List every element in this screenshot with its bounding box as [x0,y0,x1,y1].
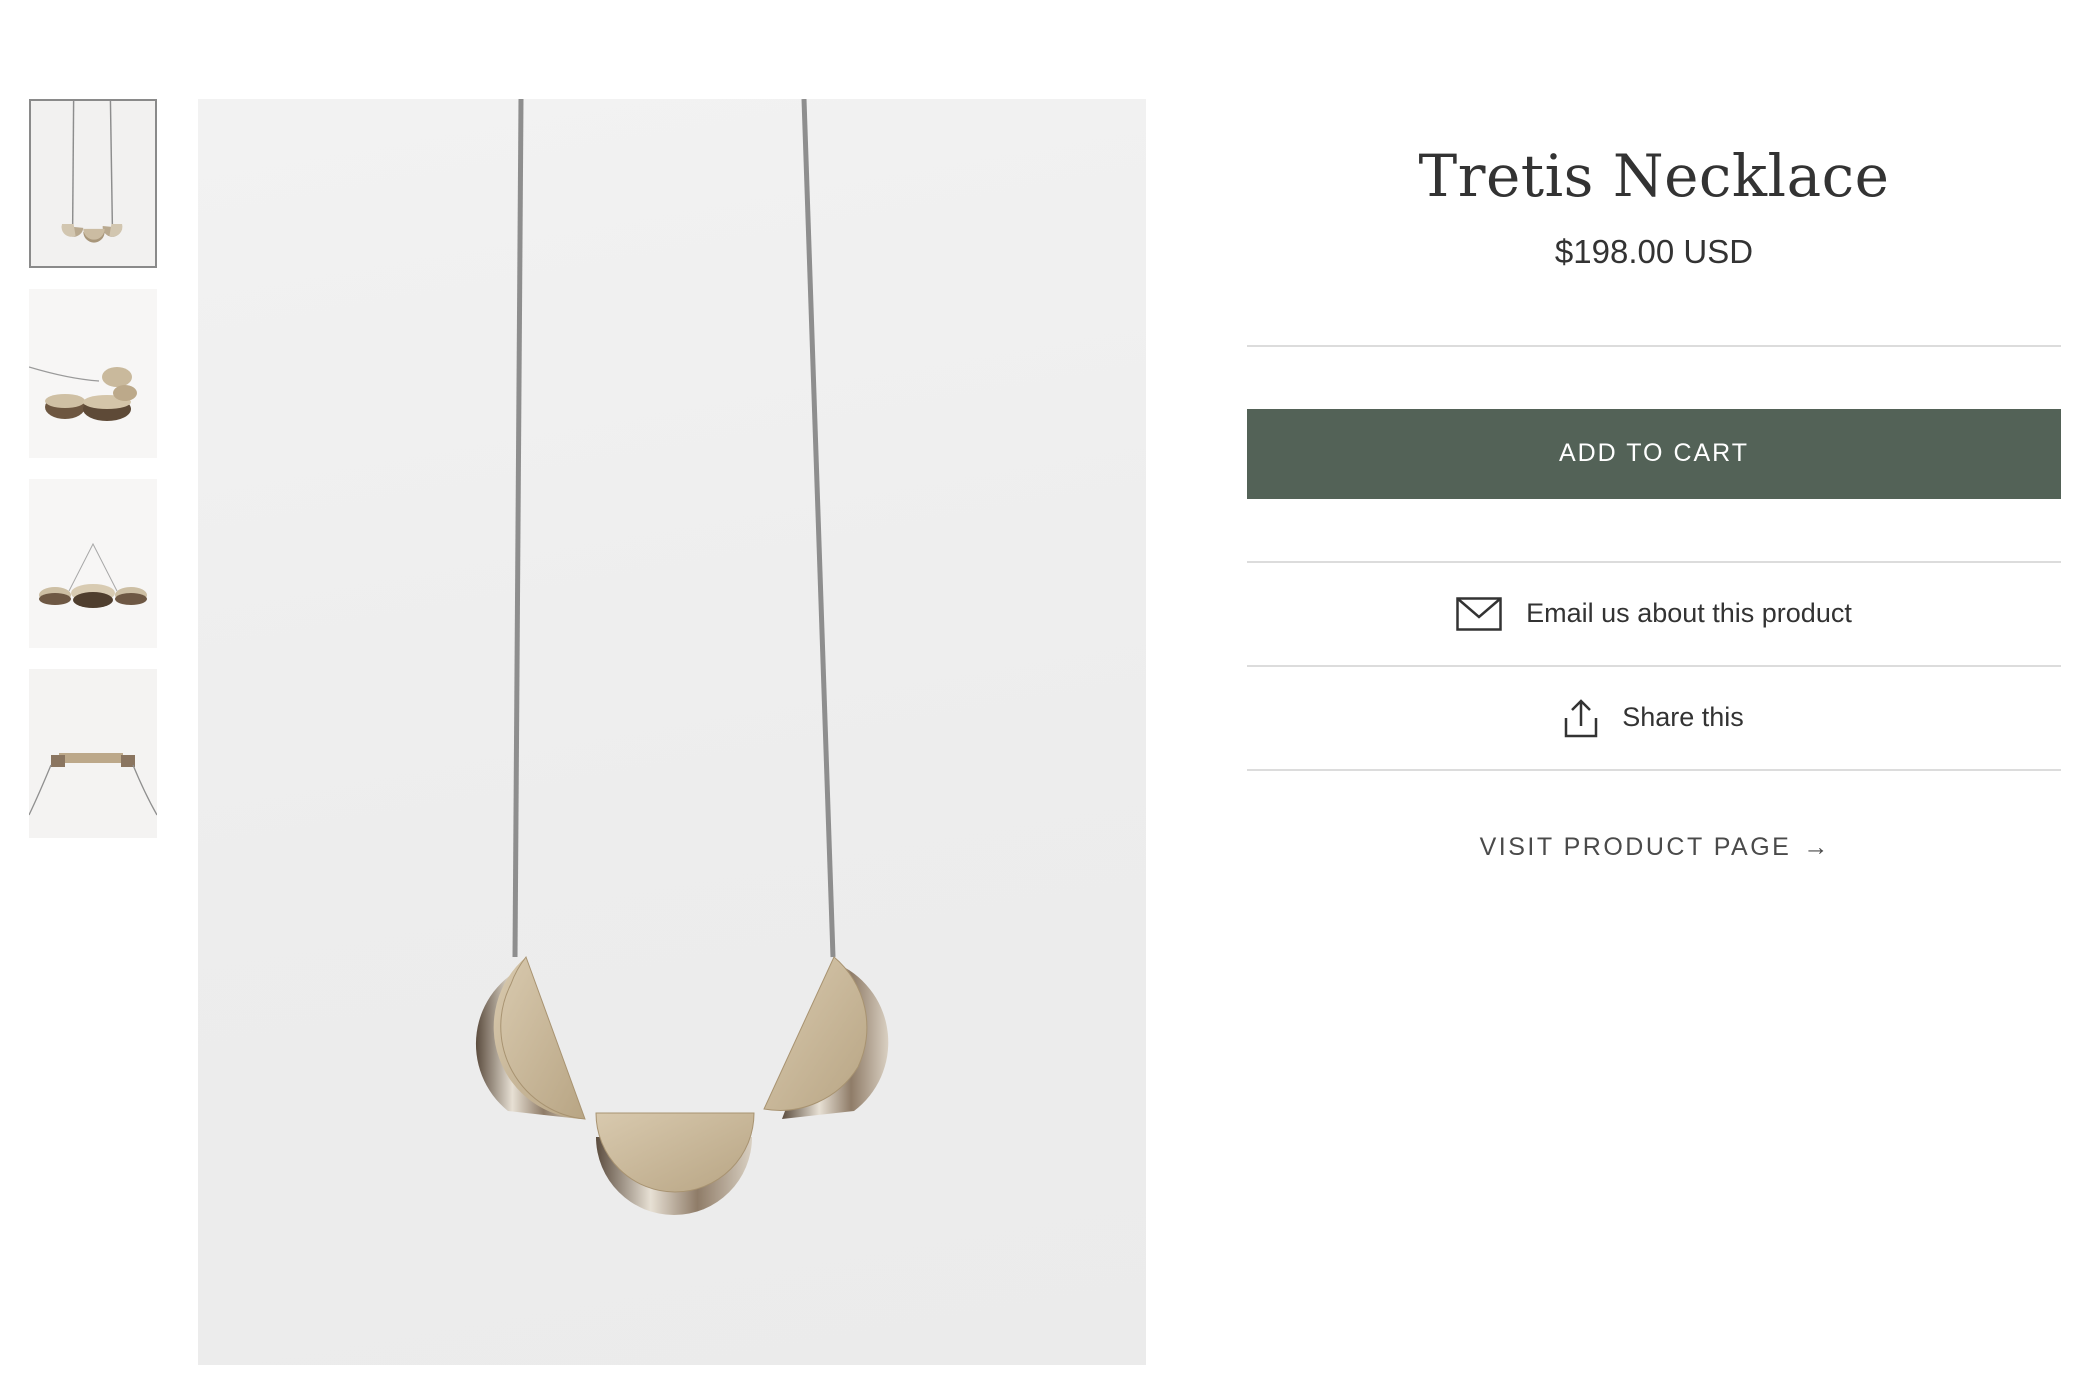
thumbnail-4[interactable] [29,669,157,838]
product-price: $198.00 USD [1554,232,1754,270]
divider [1247,768,2061,771]
product-main-image [198,99,1146,1365]
product-info-panel: Tretis Necklace $198.00 USD ADD TO CART … [1247,99,2061,862]
necklace-top-thumbnail [29,669,157,838]
share-link-label: Share this [1622,702,1744,733]
divider [1247,344,2061,347]
necklace-front-thumbnail [31,101,155,266]
thumbnail-list [29,99,157,859]
email-link-label: Email us about this product [1526,598,1852,629]
visit-product-page-link[interactable]: VISIT PRODUCT PAGE → [1247,833,2061,862]
thumbnail-3[interactable] [29,479,157,648]
necklace-side-thumbnail [29,289,157,458]
share-link[interactable]: Share this [1247,667,2061,769]
necklace-front-photo [475,99,889,1215]
product-title: Tretis Necklace [1418,142,1890,210]
email-about-product-link[interactable]: Email us about this product [1247,563,2061,665]
add-to-cart-label: ADD TO CART [1558,439,1750,468]
share-icon [1564,699,1598,738]
necklace-angle-thumbnail [29,479,157,648]
add-to-cart-button[interactable]: ADD TO CART [1247,408,2061,499]
visit-product-page-label: VISIT PRODUCT PAGE [1479,832,1792,861]
envelope-icon [1456,597,1502,631]
thumbnail-2[interactable] [29,289,157,458]
product-quick-view: Tretis Necklace $198.00 USD ADD TO CART … [0,0,2080,1378]
thumbnail-1[interactable] [29,99,157,268]
arrow-right-icon: → [1803,832,1829,861]
